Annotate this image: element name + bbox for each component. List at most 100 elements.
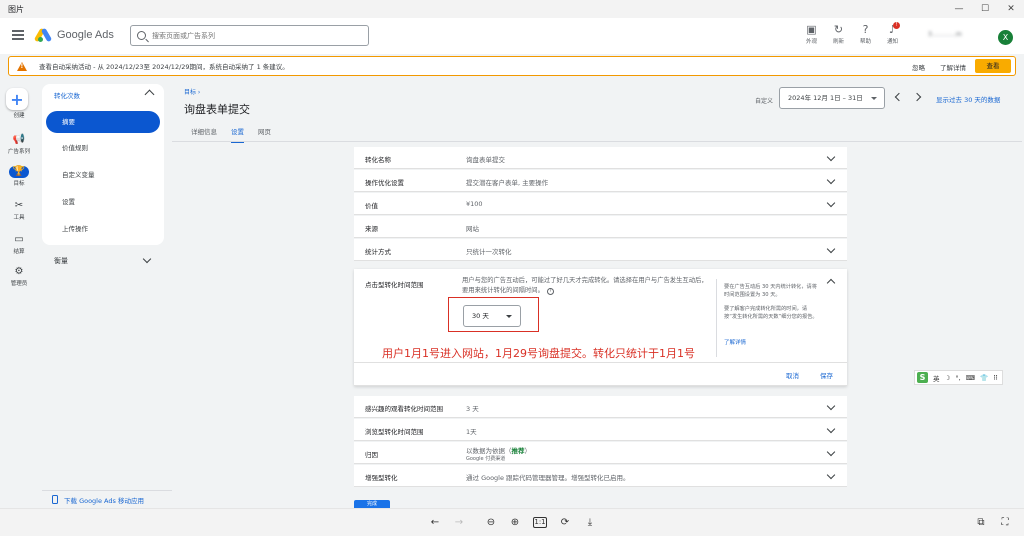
rail-item-goals[interactable]: 🏆 目标 [0, 166, 38, 187]
avatar[interactable]: X [998, 30, 1013, 45]
nav-item-custom-variables[interactable]: 自定义变量 [46, 164, 160, 186]
done-button[interactable]: 完成 [354, 500, 390, 508]
chevron-down-icon [826, 470, 836, 480]
save-button[interactable]: 保存 [820, 370, 833, 380]
rail-item-admin[interactable]: ⚙ 管理员 [0, 266, 38, 287]
search-input[interactable] [152, 31, 352, 40]
window-titlebar: 图片 — ☐ ✕ [0, 0, 1024, 18]
past-30-days-link[interactable]: 显示过去 30 天的数据 [936, 94, 1000, 104]
appearance-button[interactable]: ▣ 外观 [798, 22, 825, 46]
close-icon[interactable]: ✕ [998, 0, 1024, 18]
breadcrumb[interactable]: 目标 › [184, 87, 200, 96]
fullscreen-icon[interactable]: ⛶ [998, 517, 1012, 529]
next-image-icon[interactable]: → [452, 517, 466, 529]
learn-more-link[interactable]: 了解详情 [724, 338, 746, 346]
copy-icon[interactable]: ⧉ [974, 517, 988, 529]
ime-menu-icon[interactable]: ⠿ [993, 374, 998, 382]
setting-row-attribution[interactable]: 归因 以数据为依据（推荐） Google 付费渠道 [354, 442, 847, 464]
search-icon [137, 31, 146, 40]
trophy-icon: 🏆 [9, 166, 29, 178]
refresh-button[interactable]: ↻ 刷新 [825, 22, 852, 46]
annotation-text: 用户1月1号进入网站，1月29号询盘提交。转化只统计于1月1号 [382, 347, 695, 360]
recommended-label: 推荐 [511, 447, 525, 455]
chevron-down-icon [826, 198, 836, 208]
chevron-up-icon[interactable] [826, 278, 836, 288]
help-button[interactable]: ? 帮助 [852, 22, 879, 46]
google-ads-logo-icon [33, 27, 53, 43]
rotate-icon[interactable]: ⟳ [558, 517, 572, 529]
setting-row-enhanced-conversions[interactable]: 增强型转化 通过 Google 跟踪代码管理器管理。增强型转化已启用。 [354, 465, 847, 487]
gear-icon: ⚙ [14, 266, 24, 277]
chevron-up-icon[interactable] [144, 89, 155, 100]
billing-icon: ▭ [14, 234, 24, 245]
chevron-down-icon[interactable] [142, 254, 152, 264]
nav-section-conversions[interactable]: 转化次数 [54, 90, 80, 100]
app-header: Google Ads ▣ 外观 ↻ 刷新 ? 帮助 ♪ ! 通知 3…………m … [0, 18, 1024, 54]
create-button[interactable]: + [6, 88, 28, 110]
ime-moon-icon[interactable]: ☽ [945, 374, 951, 382]
ime-keyboard-icon[interactable]: ⌨ [966, 374, 975, 382]
notifications-button[interactable]: ♪ ! 通知 [879, 22, 906, 45]
setting-row-count[interactable]: 统计方式 只统计一次转化 [354, 239, 847, 261]
side-help-text: 要在广告互动后 30 天内统计转化，请将时间范围设置为 30 天。 要了解客户完… [724, 284, 818, 320]
setting-row-name[interactable]: 转化名称 询盘表单提交 [354, 147, 847, 169]
nav-item-value-rules[interactable]: 价值规则 [46, 137, 160, 159]
minimize-icon[interactable]: — [946, 0, 972, 18]
caret-down-icon [506, 315, 512, 318]
ime-skin-icon[interactable]: 👕 [980, 374, 988, 382]
nav-section-measure[interactable]: 衡量 [54, 256, 68, 266]
ime-logo-icon[interactable]: S [917, 372, 928, 383]
notification-badge: ! [893, 22, 900, 29]
help-icon: ? [862, 22, 869, 36]
panel-footer-divider [354, 362, 847, 363]
download-app-link[interactable]: 下载 Google Ads 移动应用 [42, 490, 172, 508]
ime-language-toggle[interactable]: 英 [933, 373, 940, 383]
previous-image-icon[interactable]: ← [428, 517, 442, 529]
content-header: 目标 › 询盘表单提交 详细信息 设置 网页 [172, 78, 1022, 143]
alert-message: 查看自动采纳活动 - 从 2024/12/23至 2024/12/29期间，系统… [39, 63, 289, 71]
refresh-icon: ↻ [833, 22, 844, 36]
setting-row-value[interactable]: 价值 ¥100 [354, 193, 847, 215]
warning-icon [17, 61, 27, 71]
view-button[interactable]: 查看 [975, 59, 1011, 73]
auto-apply-alert: 查看自动采纳活动 - 从 2024/12/23至 2024/12/29期间，系统… [8, 56, 1016, 76]
window-title: 图片 [8, 4, 24, 14]
rail-item-tools[interactable]: ✂ 工具 [0, 200, 38, 221]
chevron-down-icon [826, 424, 836, 434]
hamburger-menu-icon[interactable] [12, 30, 24, 40]
rail-item-billing[interactable]: ▭ 结算 [0, 234, 38, 255]
viewer-toolbar: ← → ⊖ ⊕ 1:1 ⟳ ⤓ ⧉ ⛶ [0, 508, 1024, 536]
date-range-label: 自定义 [755, 98, 774, 105]
nav-item-summary[interactable]: 摘要 [46, 111, 160, 133]
learn-more-button[interactable]: 了解详情 [940, 62, 966, 72]
download-icon[interactable]: ⤓ [583, 517, 597, 529]
search-box[interactable] [130, 25, 369, 46]
nav-item-settings[interactable]: 设置 [46, 191, 160, 213]
caret-down-icon [871, 97, 877, 100]
setting-row-optimization[interactable]: 操作优化设置 提交潜在客户表单, 主要操作 [354, 170, 847, 192]
zoom-in-icon[interactable]: ⊕ [508, 517, 522, 529]
setting-row-view-through-window[interactable]: 浏览型转化时间范围 1天 [354, 419, 847, 441]
ime-punctuation-icon[interactable]: °, [955, 374, 960, 382]
setting-row-engaged-view-window[interactable]: 感兴趣的观看转化时间范围 3 天 [354, 396, 847, 418]
maximize-icon[interactable]: ☐ [972, 0, 998, 18]
rail-item-create[interactable]: 创建 [0, 110, 38, 119]
chevron-down-icon [826, 175, 836, 185]
chevron-down-icon [826, 244, 836, 254]
chevron-down-icon [826, 152, 836, 162]
google-ads-logo[interactable]: Google Ads [33, 27, 114, 43]
account-id[interactable]: 3…………m [928, 31, 992, 38]
chevron-down-icon [826, 401, 836, 411]
zoom-out-icon[interactable]: ⊖ [484, 517, 498, 529]
help-icon[interactable]: ? [546, 288, 554, 295]
click-through-window-panel: 点击型转化时间范围 用户与您的广告互动后，可能过了好几天才完成转化。请选择在用户… [354, 269, 847, 386]
cancel-button[interactable]: 取消 [786, 370, 799, 380]
ignore-button[interactable]: 忽略 [912, 62, 925, 72]
appearance-icon: ▣ [806, 22, 817, 36]
actual-size-icon[interactable]: 1:1 [533, 517, 547, 528]
nav-item-uploads[interactable]: 上传操作 [46, 218, 160, 240]
rail-item-campaigns[interactable]: 📢 广告系列 [0, 134, 38, 155]
date-range-select[interactable]: 2024年 12月 1日 – 31日 [779, 87, 885, 109]
plus-icon: + [10, 89, 24, 109]
window-days-select[interactable]: 30 天 [463, 305, 521, 327]
